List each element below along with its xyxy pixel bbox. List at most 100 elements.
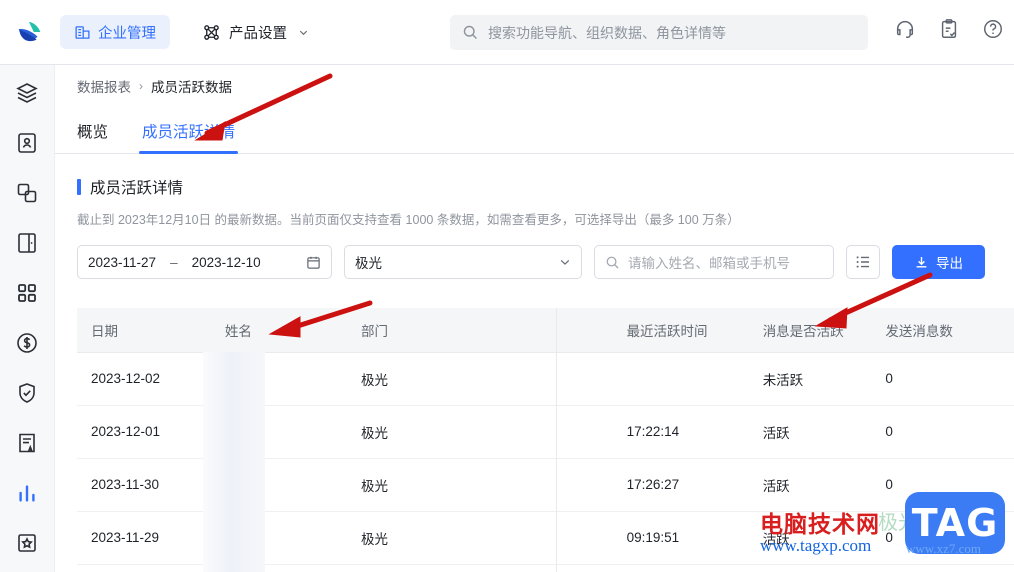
date-range-end: 2023-12-10 bbox=[191, 254, 261, 270]
feishu-logo-icon bbox=[18, 21, 41, 42]
help-circle-icon[interactable] bbox=[982, 18, 1004, 40]
column-header-message-active[interactable]: 消息是否活跃 bbox=[748, 308, 872, 353]
cell-messages-sent: 0 bbox=[871, 458, 1004, 512]
cell-name bbox=[210, 352, 348, 406]
export-button-label: 导出 bbox=[936, 256, 963, 271]
cell-messages-sent: 0 bbox=[871, 352, 1004, 406]
cell-messages-sent: 0 bbox=[871, 564, 1004, 572]
cell-name bbox=[210, 458, 348, 512]
cell-messages-sent: 0 bbox=[871, 511, 1004, 565]
tab-bar: 概览 成员活跃详情 bbox=[55, 107, 1014, 154]
cell-department: 极光 bbox=[347, 511, 613, 565]
org-building-icon bbox=[75, 25, 90, 39]
column-header-department[interactable]: 部门 bbox=[347, 308, 613, 353]
table-row[interactable]: 2023-12-02 极光 未活跃 0 0 bbox=[77, 352, 1014, 406]
cell-message-active: 活跃 bbox=[748, 458, 872, 512]
tab-overview[interactable]: 概览 bbox=[77, 120, 108, 153]
cell-files-created: 0 bbox=[1003, 405, 1014, 459]
calendar-icon bbox=[307, 256, 320, 269]
cell-last-active bbox=[612, 352, 749, 406]
app-window: 企业管理 产品设置 搜索功能导航、组织数据、角色详情等 数据报表 › 成员活跃数… bbox=[0, 0, 1014, 572]
download-icon bbox=[916, 256, 927, 268]
activity-table: 日期 姓名 部门 最近活跃时间 消息是否活跃 发送消息数 创建文件数量 2023… bbox=[77, 308, 1014, 572]
cell-last-active: 17:22:14 bbox=[612, 405, 749, 459]
product-settings-icon bbox=[204, 24, 219, 40]
column-header-files-created[interactable]: 创建文件数量 bbox=[1003, 308, 1014, 353]
cell-name bbox=[210, 511, 348, 565]
column-header-name[interactable]: 姓名 bbox=[210, 308, 348, 353]
cell-message-active: 活跃 bbox=[748, 405, 872, 459]
table-row[interactable]: 2023-11-29 极光 09:19:51 活跃 0 0 bbox=[77, 511, 1014, 565]
cell-files-created: 0 bbox=[1003, 458, 1014, 512]
sidebar-item-layers-icon[interactable] bbox=[15, 81, 39, 105]
table-header-row: 日期 姓名 部门 最近活跃时间 消息是否活跃 发送消息数 创建文件数量 bbox=[77, 308, 1014, 353]
filter-toolbar: 2023-11-27 – 2023-12-10 极光 请输入姓名、邮箱或手机号 … bbox=[55, 228, 1014, 279]
cell-message-active: 活跃 bbox=[748, 511, 872, 565]
table-row[interactable]: 2023-12-01 极光 17:22:14 活跃 0 0 bbox=[77, 405, 1014, 459]
frozen-column-divider bbox=[556, 308, 557, 572]
tab-member-activity-detail[interactable]: 成员活跃详情 bbox=[139, 120, 239, 154]
breadcrumb-root[interactable]: 数据报表 bbox=[77, 76, 131, 96]
sidebar-item-dollar-circle-icon[interactable] bbox=[15, 331, 39, 355]
sidebar-item-star-box-icon[interactable] bbox=[15, 531, 39, 555]
cell-last-active: 11:30:24 bbox=[612, 564, 749, 572]
search-icon bbox=[463, 25, 477, 39]
sidebar-item-document-approval-icon[interactable] bbox=[15, 431, 39, 455]
cell-last-active: 09:19:51 bbox=[612, 511, 749, 565]
title-accent-bar bbox=[77, 179, 81, 195]
sidebar-item-copy-duplicate-icon[interactable] bbox=[15, 181, 39, 205]
cell-department: 极光 bbox=[347, 352, 613, 406]
date-range-dash: – bbox=[170, 254, 178, 270]
sidebar-item-shield-check-icon[interactable] bbox=[15, 381, 39, 405]
cell-department: 极光 bbox=[347, 564, 613, 572]
left-icon-rail bbox=[0, 65, 55, 572]
department-select[interactable]: 极光 bbox=[344, 245, 582, 279]
date-range-picker[interactable]: 2023-11-27 – 2023-12-10 bbox=[77, 245, 332, 279]
sidebar-item-door-exit-icon[interactable] bbox=[15, 231, 39, 255]
page-title: 成员活跃详情 bbox=[55, 154, 1014, 198]
top-navigation-bar: 企业管理 产品设置 搜索功能导航、组织数据、角色详情等 bbox=[0, 0, 1014, 65]
breadcrumb-current: 成员活跃数据 bbox=[151, 80, 232, 95]
department-select-value: 极光 bbox=[355, 256, 382, 271]
nav-product-settings[interactable]: 产品设置 bbox=[192, 15, 319, 49]
cell-files-created: 0 bbox=[1003, 564, 1014, 572]
column-settings-button[interactable] bbox=[846, 245, 880, 279]
breadcrumb: 数据报表 › 成员活跃数据 bbox=[55, 65, 1014, 107]
member-search-placeholder: 请输入姓名、邮箱或手机号 bbox=[628, 256, 790, 271]
sidebar-item-contact-card-icon[interactable] bbox=[15, 131, 39, 155]
cell-date: 2023-12-01 bbox=[77, 405, 211, 459]
page-description: 截止到 2023年12月10日 的最新数据。当前页面仅支持查看 1000 条数据… bbox=[77, 213, 740, 227]
column-header-messages-sent[interactable]: 发送消息数 bbox=[871, 308, 1004, 353]
table-body: 2023-12-02 极光 未活跃 0 0 2023-12-01 极光 17:2… bbox=[77, 352, 1014, 572]
clipboard-check-icon[interactable] bbox=[938, 18, 960, 40]
nav-enterprise-management-label: 企业管理 bbox=[98, 25, 156, 42]
cell-department: 极光 bbox=[347, 458, 613, 512]
page-title-text: 成员活跃详情 bbox=[90, 180, 184, 197]
cell-name bbox=[210, 405, 348, 459]
breadcrumb-separator-icon: › bbox=[139, 79, 143, 93]
cell-message-active: 未活跃 bbox=[748, 352, 872, 406]
sidebar-item-bar-chart-icon[interactable] bbox=[15, 481, 39, 505]
cell-date: 2023-11-28 bbox=[77, 564, 211, 572]
column-header-date[interactable]: 日期 bbox=[77, 308, 211, 353]
cell-files-created: 0 bbox=[1003, 511, 1014, 565]
column-header-last-active-time[interactable]: 最近活跃时间 bbox=[612, 308, 749, 353]
cell-messages-sent: 0 bbox=[871, 405, 1004, 459]
search-icon bbox=[606, 256, 619, 269]
global-search-input[interactable]: 搜索功能导航、组织数据、角色详情等 bbox=[450, 15, 868, 50]
cell-name bbox=[210, 564, 348, 572]
export-button[interactable]: 导出 bbox=[892, 245, 985, 279]
cell-department: 极光 bbox=[347, 405, 613, 459]
member-search-input[interactable]: 请输入姓名、邮箱或手机号 bbox=[594, 245, 834, 279]
cell-message-active: 活跃 bbox=[748, 564, 872, 572]
column-settings-icon bbox=[856, 256, 869, 268]
global-search-placeholder: 搜索功能导航、组织数据、角色详情等 bbox=[488, 24, 726, 41]
app-logo[interactable] bbox=[0, 17, 60, 47]
table-row[interactable]: 2023-11-30 极光 17:26:27 活跃 0 0 bbox=[77, 458, 1014, 512]
nav-product-settings-label: 产品设置 bbox=[229, 25, 287, 42]
sidebar-item-grid-apps-icon[interactable] bbox=[15, 281, 39, 305]
nav-enterprise-management[interactable]: 企业管理 bbox=[60, 15, 170, 49]
headset-support-icon[interactable] bbox=[894, 18, 916, 40]
table-row[interactable]: 2023-11-28 极光 11:30:24 活跃 0 0 bbox=[77, 564, 1014, 572]
date-range-values: 2023-11-27 – 2023-12-10 bbox=[88, 255, 261, 270]
